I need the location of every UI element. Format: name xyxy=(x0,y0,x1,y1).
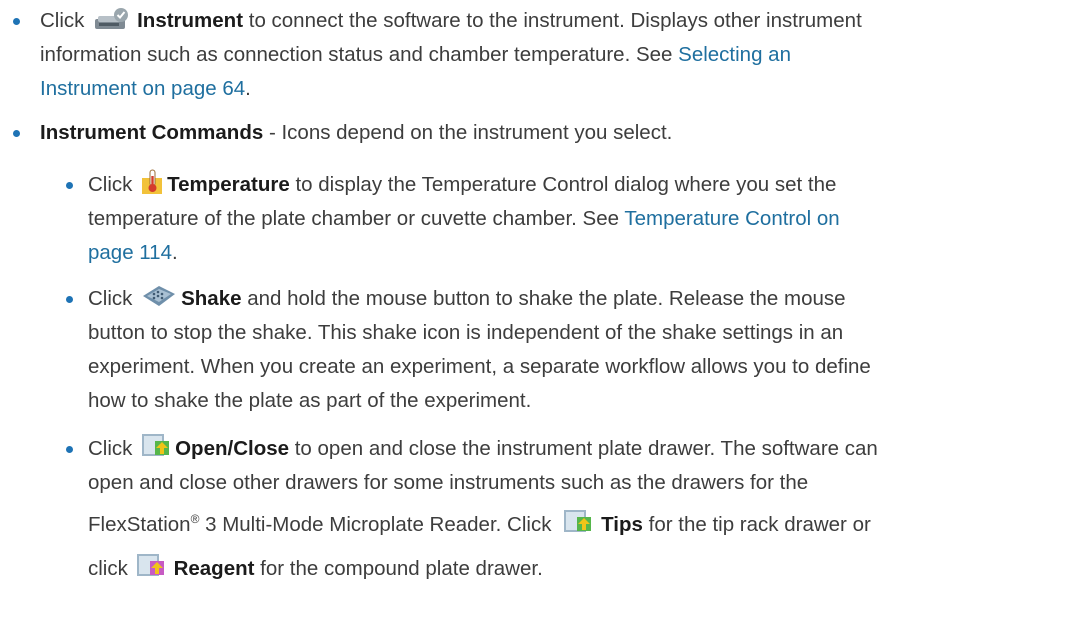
text: experiment. When you create an experimen… xyxy=(88,355,871,378)
line: Instrument on page 64. xyxy=(40,72,251,105)
line: FlexStation® 3 Multi-Mode Microplate Rea… xyxy=(88,508,871,545)
text: temperature of the plate chamber or cuve… xyxy=(88,207,625,230)
text: for the compound plate drawer. xyxy=(254,557,543,580)
tips-drawer-icon xyxy=(563,509,593,545)
text: to open and close the instrument plate d… xyxy=(289,437,878,460)
line: page 114. xyxy=(88,236,178,269)
term-shake: Shake xyxy=(181,287,242,310)
link-selecting-instrument[interactable]: Selecting an xyxy=(678,43,791,66)
text: how to shake the plate as part of the ex… xyxy=(88,389,532,412)
text: . xyxy=(171,241,178,264)
term-instrument-commands: Instrument Commands xyxy=(40,121,264,144)
text: - Icons depend on the instrument you sel… xyxy=(263,121,673,144)
drawer-icon xyxy=(141,433,171,469)
line: button to stop the shake. This shake ico… xyxy=(88,316,843,349)
text: Click xyxy=(88,437,139,460)
term-open-close: Open/Close xyxy=(175,437,290,460)
text: information such as connection status an… xyxy=(40,43,679,66)
link-selecting-instrument-cont[interactable]: Instrument on page 64 xyxy=(40,77,245,100)
text: button to stop the shake. This shake ico… xyxy=(88,321,844,344)
line: Click Open/Close to open and close the i… xyxy=(88,432,878,469)
text: for the tip rack drawer or xyxy=(642,513,871,536)
line: information such as connection status an… xyxy=(40,38,791,71)
link-temperature-control[interactable]: Temperature Control on xyxy=(624,207,839,230)
bullet-dot xyxy=(66,182,73,189)
thermometer-icon xyxy=(141,169,163,205)
text: Click xyxy=(88,173,139,196)
term-temperature: Temperature xyxy=(167,173,290,196)
term-instrument: Instrument xyxy=(137,9,244,32)
text: to display the Temperature Control dialo… xyxy=(289,173,837,196)
text: 3 Multi-Mode Microplate Reader. Click xyxy=(199,513,558,536)
text: click xyxy=(88,557,134,580)
text: FlexStation xyxy=(88,513,191,536)
line: experiment. When you create an experimen… xyxy=(88,350,871,383)
shake-icon xyxy=(141,283,177,319)
line: open and close other drawers for some in… xyxy=(88,466,808,499)
bullet-dot xyxy=(66,446,73,453)
line: how to shake the plate as part of the ex… xyxy=(88,384,531,417)
link-temperature-control-cont[interactable]: page 114 xyxy=(88,241,172,264)
line: temperature of the plate chamber or cuve… xyxy=(88,202,840,235)
line: Click Shake and hold the mouse button to… xyxy=(88,282,846,319)
line: click Reagent for the compound plate dra… xyxy=(88,552,543,589)
text: . xyxy=(245,77,251,100)
line: Click Instrument to connect the software… xyxy=(40,4,862,41)
term-reagent: Reagent xyxy=(173,557,255,580)
reagent-drawer-icon xyxy=(136,553,166,589)
text: Click xyxy=(40,9,91,32)
text: open and close other drawers for some in… xyxy=(88,471,809,494)
line: Click Temperature to display the Tempera… xyxy=(88,168,836,205)
line: Instrument Commands - Icons depend on th… xyxy=(40,116,672,149)
instrument-icon xyxy=(93,7,133,41)
bullet-dot xyxy=(13,130,20,137)
text: and hold the mouse button to shake the p… xyxy=(241,287,846,310)
text: Click xyxy=(88,287,139,310)
text: to connect the software to the instrumen… xyxy=(243,9,862,32)
term-tips: Tips xyxy=(601,513,643,536)
bullet-dot xyxy=(66,296,73,303)
bullet-dot xyxy=(13,18,20,25)
